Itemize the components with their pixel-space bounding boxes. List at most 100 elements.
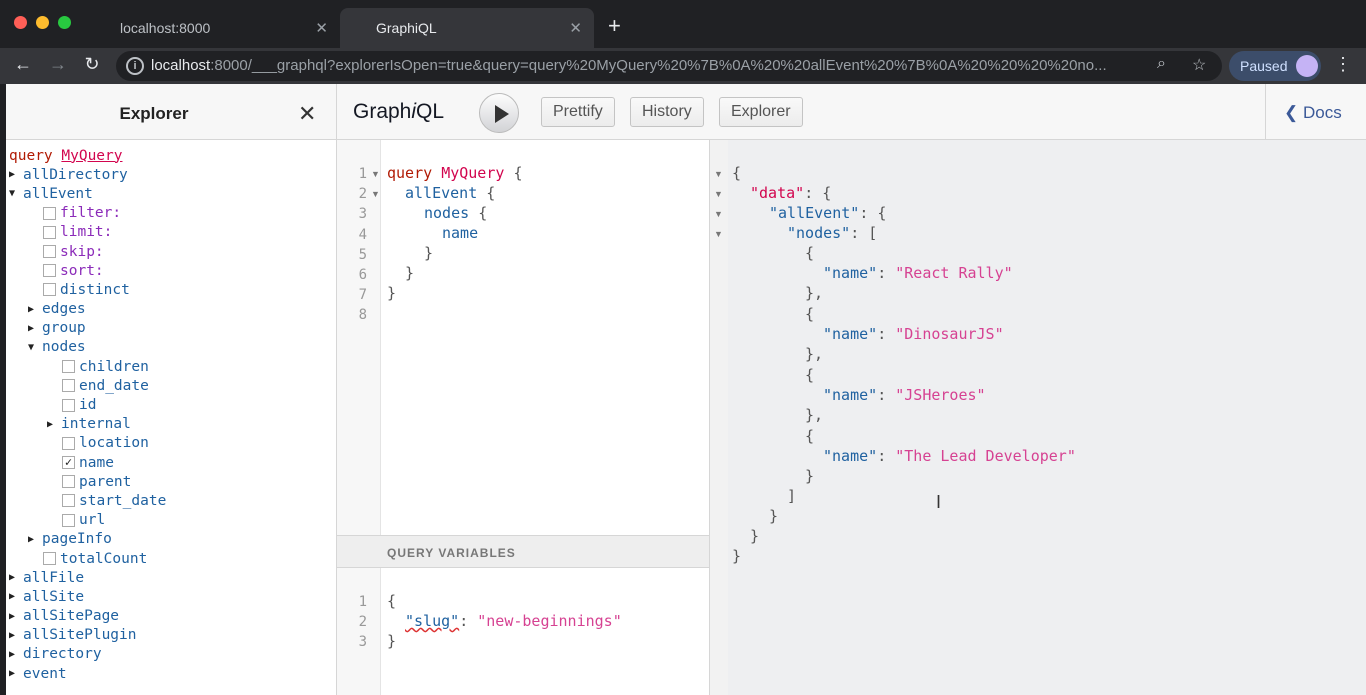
checkbox[interactable] [43,264,56,278]
explorer-field-row[interactable]: ▶ edges [9,300,336,319]
caret-right-icon[interactable]: ▶ [9,668,23,679]
checkbox[interactable]: ✓ [62,456,75,470]
back-arrow-icon[interactable]: ← [11,54,35,75]
explorer-tree: query MyQuery ▶ allDirectory ▼ allEvent filt… [6,140,336,683]
explorer-field-row[interactable]: children [9,357,336,376]
variables-editor[interactable]: 1 2 3 { "slug": "new-beginnings" } [337,568,709,695]
explorer-field-row[interactable]: ✓ name [9,453,336,472]
checkbox[interactable] [62,360,75,374]
query-variables-header[interactable]: QUERY VARIABLES [337,535,709,568]
explorer-field-row[interactable]: ▶ allSitePage [9,607,336,626]
close-icon[interactable]: ✕ [298,101,316,127]
checkbox[interactable] [62,436,75,450]
profile-paused-button[interactable]: Paused [1229,51,1321,81]
close-tab-icon[interactable]: ✕ [569,19,582,37]
explorer-field-row[interactable]: url [9,511,336,530]
explorer-field-row[interactable]: distinct [9,280,336,299]
caret-right-icon[interactable]: ▶ [9,591,23,602]
fold-arrow-icon[interactable]: ▼ [714,169,723,179]
checkbox[interactable] [62,513,75,527]
caret-right-icon[interactable]: ▶ [9,572,23,583]
result-pane[interactable]: ▼ ▼ ▼ ▼ { "data": { "allEvent": { "nodes… [709,140,1366,695]
maximize-window-button[interactable] [58,16,71,29]
json-line: "name": "The Lead Developer" [823,447,1076,465]
checkbox[interactable] [43,206,56,220]
explorer-field-row[interactable]: skip: [9,242,336,261]
checkbox[interactable] [43,552,56,566]
caret-down-icon[interactable]: ▼ [28,342,42,353]
checkbox[interactable] [62,475,75,489]
explorer-field-row[interactable]: ▶ internal [9,415,336,434]
explorer-field-row[interactable]: ▶ group [9,319,336,338]
zoom-icon[interactable]: ⌕ [1157,55,1166,73]
explorer-field-label: id [79,397,97,414]
reload-icon[interactable]: ↻ [80,54,104,75]
fold-arrow-icon[interactable]: ▼ [371,169,380,179]
browser-tab-graphiql[interactable]: GraphiQL ✕ [340,8,594,48]
explorer-field-row[interactable]: ▶ pageInfo [9,530,336,549]
explorer-field-row[interactable]: id [9,395,336,414]
new-tab-icon[interactable]: + [608,13,621,39]
fold-arrow-icon[interactable]: ▼ [371,189,380,199]
checkbox[interactable] [43,283,56,297]
fold-arrow-icon[interactable]: ▼ [714,209,723,219]
caret-right-icon[interactable]: ▶ [9,649,23,660]
execute-query-button[interactable] [479,93,519,133]
explorer-field-label: pageInfo [42,531,112,548]
json-line: } [769,507,779,525]
caret-right-icon[interactable]: ▶ [9,611,23,622]
caret-right-icon[interactable]: ▶ [28,304,42,315]
forward-arrow-icon[interactable]: → [46,54,70,75]
checkbox[interactable] [62,398,75,412]
explorer-field-row[interactable]: location [9,434,336,453]
explorer-field-row[interactable]: totalCount [9,549,336,568]
checkbox[interactable] [62,494,75,508]
history-button[interactable]: History [630,97,704,127]
line-number: 3 [358,206,367,223]
explorer-field-row[interactable]: ▶ allDirectory [9,165,336,184]
prettify-button[interactable]: Prettify [541,97,615,127]
explorer-field-row[interactable]: parent [9,472,336,491]
site-info-icon[interactable]: i [126,57,144,75]
query-editor[interactable]: 12345678 ▼ ▼ query MyQuery { allEvent { … [337,140,709,535]
fold-arrow-icon[interactable]: ▼ [714,229,723,239]
caret-right-icon[interactable]: ▶ [47,419,61,430]
explorer-field-row[interactable]: end_date [9,376,336,395]
fold-arrow-icon[interactable]: ▼ [714,189,723,199]
explorer-field-row[interactable]: ▶ allFile [9,568,336,587]
caret-right-icon[interactable]: ▶ [28,534,42,545]
explorer-field-row[interactable]: ▼ nodes [9,338,336,357]
caret-right-icon[interactable]: ▶ [9,169,23,180]
checkbox[interactable] [62,379,75,393]
explorer-field-row[interactable]: ▼ allEvent [9,184,336,203]
bookmark-star-icon[interactable]: ☆ [1192,55,1206,75]
explorer-button[interactable]: Explorer [719,97,803,127]
checkbox[interactable] [43,225,56,239]
caret-right-icon[interactable]: ▶ [28,323,42,334]
explorer-field-row[interactable]: filter: [9,204,336,223]
explorer-field-row[interactable]: ▶ allSitePlugin [9,626,336,645]
caret-right-icon[interactable]: ▶ [9,630,23,641]
browser-tab-localhost[interactable]: localhost:8000 ✕ [100,8,340,48]
minimize-window-button[interactable] [36,16,49,29]
explorer-field-row[interactable]: start_date [9,491,336,510]
caret-down-icon[interactable]: ▼ [9,188,23,199]
checkbox[interactable] [43,245,56,259]
json-line: } [750,527,760,545]
address-bar[interactable]: i localhost:8000/___graphql?explorerIsOp… [116,51,1222,81]
docs-button[interactable]: ❮ Docs [1265,84,1366,140]
line-number: 7 [358,287,367,304]
close-window-button[interactable] [14,16,27,29]
close-tab-icon[interactable]: ✕ [315,19,328,37]
more-menu-icon[interactable]: ⋮ [1334,54,1352,75]
operation-row[interactable]: query MyQuery [9,146,336,165]
explorer-field-row[interactable]: ▶ allSite [9,587,336,606]
operation-name[interactable]: MyQuery [61,148,122,164]
explorer-field-row[interactable]: ▶ event [9,664,336,683]
line-number: 8 [358,307,367,324]
code-line: } [387,632,397,650]
explorer-field-row[interactable]: limit: [9,223,336,242]
explorer-field-row[interactable]: sort: [9,261,336,280]
json-line: } [805,467,815,485]
explorer-field-row[interactable]: ▶ directory [9,645,336,664]
